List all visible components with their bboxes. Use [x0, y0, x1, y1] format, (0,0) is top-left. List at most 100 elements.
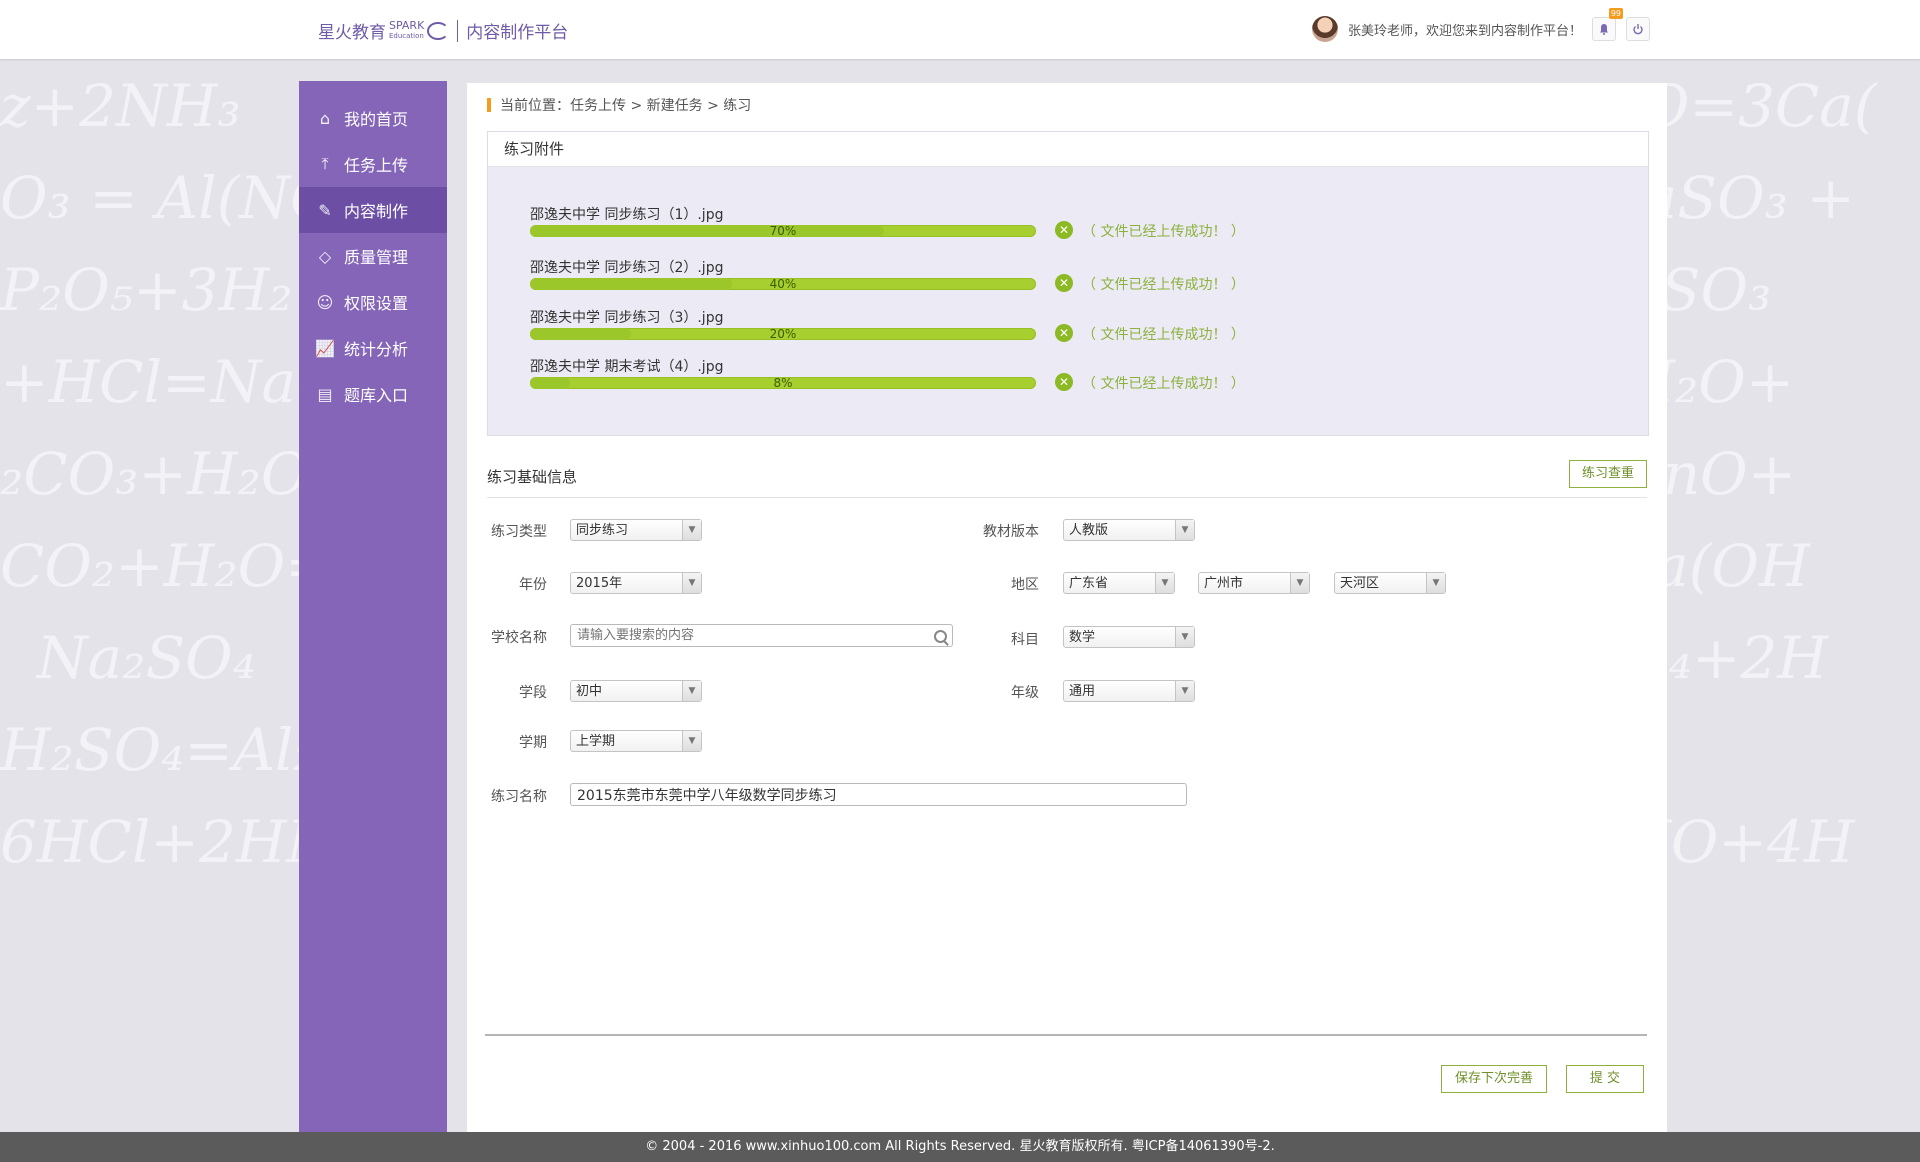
sidebar-item-quality[interactable]: ◇ 质量管理	[299, 233, 447, 279]
chevron-down-icon: ▼	[1175, 627, 1194, 647]
brush-icon: ✎	[318, 200, 332, 220]
select-value: 数学	[1069, 630, 1096, 645]
logo-spark: SPARK Education	[389, 18, 425, 40]
exercise-name-input[interactable]	[570, 783, 1187, 806]
breadcrumb-text: 当前位置：任务上传 > 新建任务 > 练习	[500, 98, 752, 114]
school-stage-select[interactable]: 初中 ▼	[570, 680, 702, 702]
user-icon: ☺	[316, 292, 334, 312]
upload-progress-bar: 70%	[530, 224, 1036, 238]
notification-bell-icon[interactable]: 99	[1592, 8, 1623, 41]
brand-logo[interactable]: 星火教育 SPARK Education 内容制作平台	[318, 18, 568, 43]
city-select[interactable]: 广州市 ▼	[1198, 572, 1310, 594]
year-select[interactable]: 2015年 ▼	[570, 572, 702, 594]
textbook-edition-select[interactable]: 人教版 ▼	[1063, 519, 1195, 541]
term-select[interactable]: 上学期 ▼	[570, 730, 702, 752]
progress-percent: 8%	[773, 376, 793, 390]
sidebar-item-label: 我的首页	[344, 110, 409, 129]
file-row: 邵逸夫中学 同步练习（1）.jpg 70% ✕ （ 文件已经上传成功！ ）	[530, 204, 1245, 240]
region-label: 地区	[1011, 577, 1039, 593]
sidebar-item-permissions[interactable]: ☺ 权限设置	[299, 279, 447, 325]
chevron-down-icon: ▼	[682, 573, 701, 593]
chevron-down-icon: ▼	[682, 520, 701, 540]
upload-progress-bar: 8%	[530, 376, 1036, 390]
chevron-down-icon: ▼	[1175, 681, 1194, 701]
cancel-upload-icon[interactable]: ✕	[1055, 221, 1073, 239]
progress-percent: 20%	[769, 327, 797, 341]
sidebar-nav: ⌂ 我的首页 ⤒ 任务上传 ✎ 内容制作 ◇ 质量管理 ☺ 权限设置 📈 统计分…	[299, 81, 447, 1162]
chart-icon: 📈	[315, 338, 335, 358]
upload-progress-bar: 40%	[530, 277, 1036, 291]
sidebar-item-home[interactable]: ⌂ 我的首页	[299, 95, 447, 141]
logo-divider	[457, 19, 459, 42]
province-select[interactable]: 广东省 ▼	[1063, 572, 1175, 594]
sidebar-item-label: 题库入口	[344, 386, 409, 405]
district-select[interactable]: 天河区 ▼	[1334, 572, 1446, 594]
grade-select[interactable]: 通用 ▼	[1063, 680, 1195, 702]
upload-status: （ 文件已经上传成功！ ）	[1082, 376, 1245, 392]
sidebar-item-label: 内容制作	[344, 202, 409, 221]
sidebar-item-label: 统计分析	[344, 340, 409, 359]
chevron-down-icon: ▼	[682, 681, 701, 701]
file-row: 邵逸夫中学 同步练习（2）.jpg 40% ✕ （ 文件已经上传成功！ ）	[530, 257, 1245, 293]
file-row: 邵逸夫中学 同步练习（3）.jpg 20% ✕ （ 文件已经上传成功！ ）	[530, 307, 1245, 343]
type-label: 练习类型	[491, 524, 547, 540]
subject-select[interactable]: 数学 ▼	[1063, 626, 1195, 648]
page-footer: © 2004 - 2016 www.xinhuo100.com All Righ…	[0, 1132, 1920, 1162]
search-icon[interactable]	[934, 630, 947, 643]
diamond-icon: ◇	[318, 246, 332, 266]
progress-percent: 70%	[769, 224, 797, 238]
submit-button[interactable]: 提 交	[1566, 1065, 1644, 1093]
term-label: 学期	[519, 735, 547, 751]
duplicate-check-button[interactable]: 练习查重	[1569, 460, 1647, 488]
save-draft-button[interactable]: 保存下次完善	[1441, 1065, 1547, 1093]
cancel-upload-icon[interactable]: ✕	[1055, 373, 1073, 391]
grade-label: 年级	[1011, 685, 1039, 701]
upload-progress-bar: 20%	[530, 327, 1036, 341]
year-label: 年份	[519, 577, 547, 593]
file-row: 邵逸夫中学 期末考试（4）.jpg 8% ✕ （ 文件已经上传成功！ ）	[530, 356, 1245, 392]
sidebar-item-content-production[interactable]: ✎ 内容制作	[299, 187, 447, 233]
breadcrumb-marker	[487, 98, 491, 112]
file-name: 邵逸夫中学 同步练习（2）.jpg	[530, 260, 724, 276]
section-title: 练习基础信息	[487, 468, 578, 486]
subject-label: 科目	[1011, 632, 1039, 648]
top-header: 星火教育 SPARK Education 内容制作平台 张美玲老师，欢迎您来到内…	[0, 0, 1920, 59]
file-name: 邵逸夫中学 同步练习（1）.jpg	[530, 207, 724, 223]
attachments-panel: 练习附件 邵逸夫中学 同步练习（1）.jpg 70% ✕ （ 文件已经上传成功！…	[487, 131, 1649, 436]
chevron-down-icon: ▼	[1175, 520, 1194, 540]
chevron-down-icon: ▼	[682, 731, 701, 751]
select-value: 初中	[576, 684, 603, 699]
exercise-type-select[interactable]: 同步练习 ▼	[570, 519, 702, 541]
cancel-upload-icon[interactable]: ✕	[1055, 324, 1073, 342]
chevron-down-icon: ▼	[1426, 573, 1445, 593]
progress-percent: 40%	[769, 277, 797, 291]
upload-status: （ 文件已经上传成功！ ）	[1082, 327, 1245, 343]
select-value: 2015年	[576, 576, 623, 591]
select-value: 天河区	[1340, 576, 1380, 591]
cancel-upload-icon[interactable]: ✕	[1055, 274, 1073, 292]
upload-icon: ⤒	[321, 154, 329, 173]
sidebar-item-statistics[interactable]: 📈 统计分析	[299, 325, 447, 371]
breadcrumb: 当前位置：任务上传 > 新建任务 > 练习	[487, 95, 751, 115]
logo-swirl-icon	[427, 21, 450, 40]
sidebar-item-task-upload[interactable]: ⤒ 任务上传	[299, 141, 447, 187]
exercise-name-label: 练习名称	[491, 789, 547, 805]
power-logout-icon[interactable]	[1626, 17, 1650, 41]
sidebar-item-question-bank[interactable]: ▤ 题库入口	[299, 371, 447, 417]
select-value: 广州市	[1204, 576, 1244, 591]
upload-status: （ 文件已经上传成功！ ）	[1082, 224, 1245, 240]
select-value: 上学期	[576, 734, 616, 749]
upload-status: （ 文件已经上传成功！ ）	[1082, 277, 1245, 293]
school-search-input[interactable]	[570, 624, 953, 647]
select-value: 同步练习	[576, 523, 629, 538]
footer-divider	[485, 1034, 1647, 1036]
attachments-title: 练习附件	[488, 132, 1648, 167]
logo-text: 星火教育	[318, 23, 386, 43]
sidebar-item-label: 质量管理	[344, 248, 409, 267]
file-name: 邵逸夫中学 期末考试（4）.jpg	[530, 359, 724, 375]
edition-label: 教材版本	[983, 524, 1039, 540]
sidebar-item-label: 权限设置	[344, 294, 409, 313]
book-icon: ▤	[317, 384, 333, 404]
main-panel: 当前位置：任务上传 > 新建任务 > 练习 练习附件 邵逸夫中学 同步练习（1）…	[467, 83, 1667, 1132]
avatar[interactable]	[1311, 16, 1338, 42]
